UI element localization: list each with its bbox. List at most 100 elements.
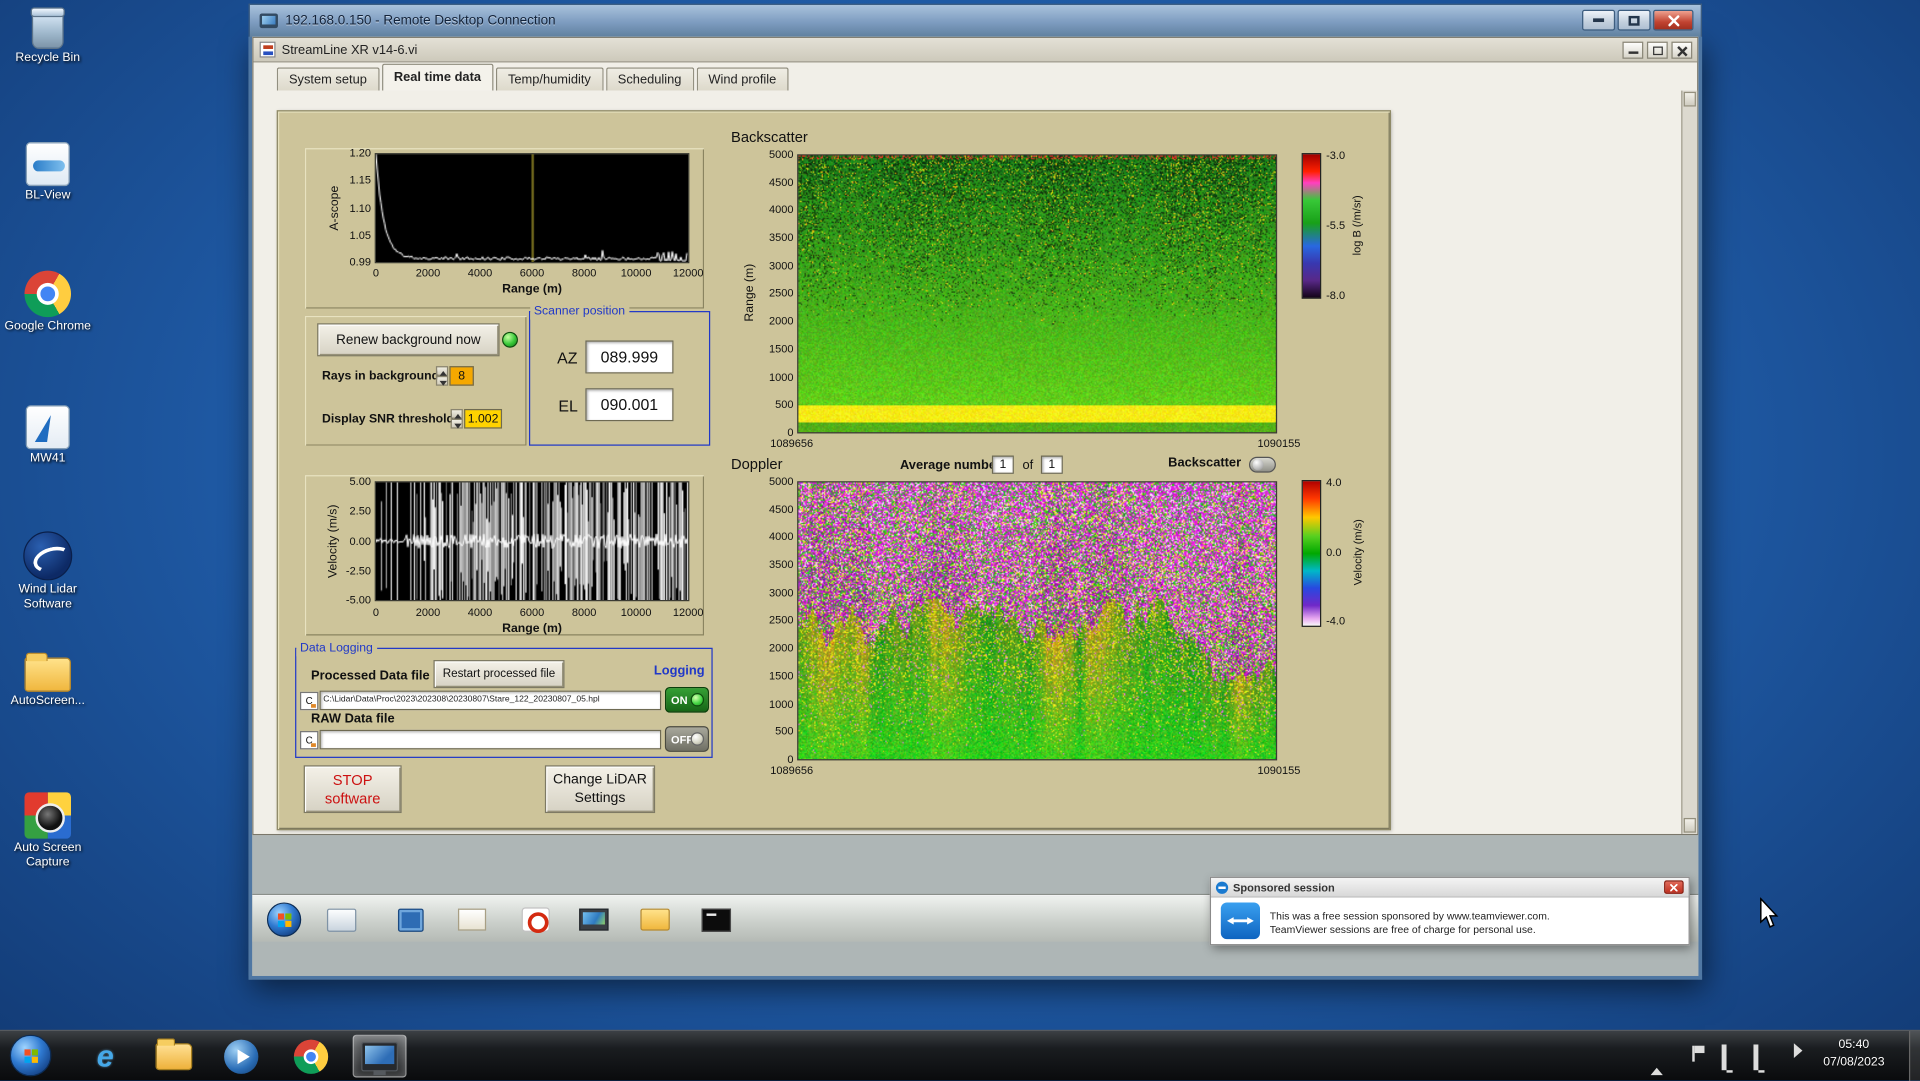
doppler-colorbar [1301, 480, 1322, 627]
show-desktop-button[interactable] [1908, 1031, 1920, 1081]
app-close-button[interactable] [1671, 41, 1693, 59]
rays-value[interactable]: 8 [449, 366, 474, 386]
taskbar-clock[interactable]: 05:40 07/08/2023 [1815, 1037, 1893, 1071]
average-number-value[interactable]: 1 [991, 455, 1014, 474]
processed-data-file-label: Processed Data file [311, 668, 430, 684]
app-titlebar[interactable]: StreamLine XR v14-6.vi [253, 37, 1698, 63]
taskbar-chrome[interactable] [284, 1035, 338, 1078]
remote-taskbar-app-document[interactable] [451, 901, 493, 938]
taskbar-remote-desktop-active[interactable] [352, 1034, 407, 1078]
desktop-icon-auto-screen-capture[interactable]: Auto Screen Capture [2, 792, 93, 870]
rdp-titlebar[interactable]: 192.168.0.150 - Remote Desktop Connectio… [248, 3, 1703, 37]
app-vertical-scrollbar[interactable] [1681, 90, 1698, 834]
remote-taskbar-app-folder[interactable] [634, 901, 676, 938]
desktop-icon-wind-lidar[interactable]: Wind Lidar Software [2, 531, 93, 612]
teamviewer-popup: Sponsored session This was a free sessio… [1209, 876, 1690, 946]
backscatter-heatmap[interactable] [797, 154, 1278, 434]
doppler-colorbar-label: Velocity (m/s) [1351, 519, 1365, 586]
mw41-icon [25, 405, 70, 450]
tab-real-time-data[interactable]: Real time data [381, 63, 494, 91]
app-minimize-button[interactable] [1622, 41, 1644, 59]
desktop-icon-label: MW41 [30, 451, 66, 466]
ascope-plot[interactable] [374, 153, 690, 264]
renew-background-button[interactable]: Renew background now [317, 323, 500, 357]
data-logging-legend: Data Logging [296, 640, 377, 657]
windows-flag-icon [277, 912, 291, 927]
desktop-icon-bl-view[interactable]: BL-View [2, 142, 93, 203]
velocity-plot[interactable] [374, 481, 690, 602]
az-value[interactable]: 089.999 [585, 340, 674, 374]
taskbar-internet-explorer[interactable]: e [78, 1035, 132, 1078]
desktop: Recycle Bin BL-View Google Chrome MW41 W… [0, 0, 1920, 1081]
el-label: EL [558, 396, 578, 416]
snr-spinner[interactable] [450, 408, 463, 429]
real-time-data-panel: A-scope 1.20 1.15 1.10 1.05 0.99 0 2000 [276, 110, 1392, 831]
velocity-xlabel: Range (m) [502, 622, 562, 636]
mouse-cursor [1760, 897, 1779, 928]
el-value[interactable]: 090.001 [585, 388, 674, 422]
velocity-xticks: 0 2000 4000 6000 8000 10000 12000 [372, 606, 704, 619]
remote-taskbar-app-grid[interactable] [389, 901, 431, 938]
taskbar-windows-explorer[interactable] [147, 1035, 201, 1078]
stop-software-button[interactable]: STOP software [303, 765, 402, 814]
processed-path-input[interactable]: C:\Lidar\Data\Proc\2023\202308\20230807\… [319, 690, 662, 711]
teamviewer-close-button[interactable] [1664, 880, 1684, 894]
average-count-value[interactable]: 1 [1040, 455, 1063, 474]
az-label: AZ [557, 348, 578, 368]
raw-logging-switch[interactable]: OFF [664, 726, 709, 752]
doppler-x-left: 1089656 [770, 764, 814, 777]
rdp-window: 192.168.0.150 - Remote Desktop Connectio… [248, 3, 1703, 980]
doppler-heatmap[interactable] [797, 481, 1278, 761]
ascope-xticks: 0 2000 4000 6000 8000 10000 12000 [372, 266, 704, 280]
teamviewer-popup-titlebar[interactable]: Sponsored session [1211, 877, 1689, 898]
drive-icon[interactable]: C [300, 731, 319, 750]
background-led-icon [502, 331, 518, 348]
rays-spinner[interactable] [435, 366, 449, 386]
remote-start-button[interactable] [266, 902, 302, 937]
snr-value[interactable]: 1.002 [464, 408, 503, 429]
scroll-down-arrow-icon[interactable] [1683, 817, 1696, 833]
tab-wind-profile[interactable]: Wind profile [696, 67, 789, 91]
media-player-icon [224, 1038, 259, 1074]
recycle-bin-icon [30, 7, 65, 49]
tab-scheduling[interactable]: Scheduling [605, 67, 694, 91]
change-lidar-settings-button[interactable]: Change LiDAR Settings [544, 765, 656, 814]
remote-taskbar-app-cmd[interactable] [696, 901, 738, 938]
desktop-icon-mw41[interactable]: MW41 [2, 405, 93, 466]
app-maximize-button[interactable] [1646, 41, 1668, 59]
bl-view-icon [25, 142, 70, 187]
tray-network[interactable] [1753, 1044, 1759, 1071]
tab-temp-humidity[interactable]: Temp/humidity [495, 67, 604, 91]
chrome-icon [293, 1038, 329, 1074]
rdp-maximize-button[interactable] [1617, 9, 1651, 31]
desktop-icon-recycle-bin[interactable]: Recycle Bin [2, 7, 93, 66]
doppler-colorbar-ticks: 4.0 0.0 -4.0 [1326, 476, 1346, 627]
desktop-icon-autoscreen[interactable]: AutoScreen... [2, 652, 93, 709]
wind-lidar-icon [23, 531, 73, 581]
tray-display[interactable] [1721, 1044, 1727, 1071]
auto-screen-capture-icon [24, 792, 72, 839]
scroll-up-arrow-icon[interactable] [1683, 91, 1696, 107]
doppler-title: Doppler [731, 455, 783, 473]
rdp-close-button[interactable] [1653, 9, 1694, 31]
backscatter-toggle[interactable] [1248, 456, 1276, 473]
restart-processed-file-button[interactable]: Restart processed file [433, 660, 565, 689]
remote-taskbar-app-monitor[interactable] [573, 901, 615, 938]
remote-taskbar-app-window[interactable] [321, 901, 363, 938]
desktop-icon-google-chrome[interactable]: Google Chrome [2, 270, 93, 335]
drive-icon[interactable]: C [300, 691, 319, 711]
scanner-position-box: Scanner position AZ 089.999 EL 090.001 [528, 303, 711, 446]
command-prompt-icon [701, 907, 732, 932]
taskbar-media-player[interactable] [214, 1035, 268, 1078]
remote-taskbar-app-power[interactable] [514, 901, 556, 938]
chevron-up-icon [1650, 1046, 1663, 1076]
processed-logging-switch[interactable]: ON [664, 686, 709, 713]
taskbar: e 05:40 07/08/2023 [0, 1029, 1920, 1081]
raw-path-input[interactable] [319, 729, 662, 750]
start-button[interactable] [9, 1034, 52, 1077]
tray-expand-button[interactable] [1650, 1046, 1663, 1076]
rdp-minimize-button[interactable] [1582, 9, 1616, 31]
blue-grid-icon [397, 907, 424, 932]
tab-system-setup[interactable]: System setup [276, 67, 380, 91]
rdp-client-area: StreamLine XR v14-6.vi System setup Real… [252, 36, 1699, 976]
